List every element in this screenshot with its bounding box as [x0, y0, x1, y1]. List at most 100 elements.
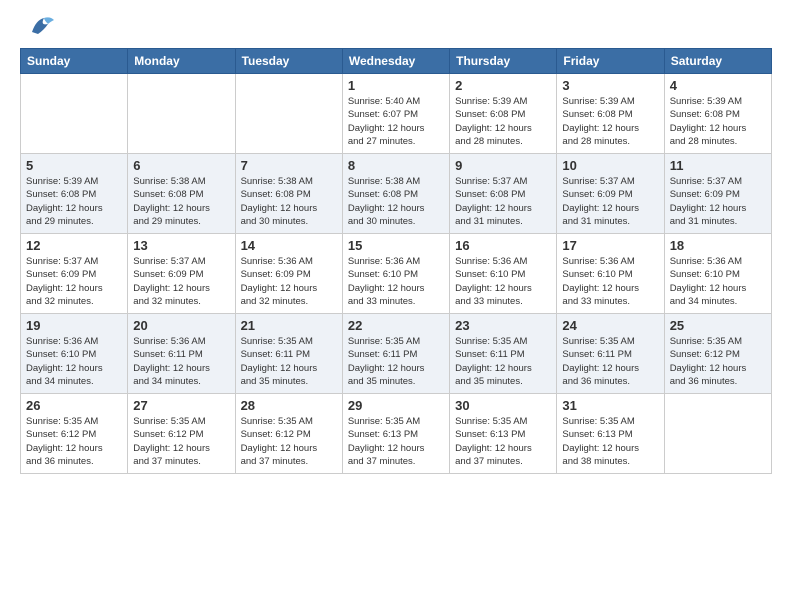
calendar-cell: 22 Sunrise: 5:35 AM Sunset: 6:11 PM Dayli… [342, 314, 449, 394]
day-info: Sunrise: 5:36 AM Sunset: 6:10 PM Dayligh… [348, 255, 444, 308]
day-info: Sunrise: 5:35 AM Sunset: 6:12 PM Dayligh… [241, 415, 337, 468]
calendar-cell: 8 Sunrise: 5:38 AM Sunset: 6:08 PM Daylig… [342, 154, 449, 234]
col-header-thursday: Thursday [450, 49, 557, 74]
day-number: 25 [670, 318, 766, 333]
day-number: 24 [562, 318, 658, 333]
day-number: 5 [26, 158, 122, 173]
calendar-cell [21, 74, 128, 154]
col-header-sunday: Sunday [21, 49, 128, 74]
day-number: 28 [241, 398, 337, 413]
day-info: Sunrise: 5:36 AM Sunset: 6:10 PM Dayligh… [562, 255, 658, 308]
calendar-cell: 17 Sunrise: 5:36 AM Sunset: 6:10 PM Dayli… [557, 234, 664, 314]
col-header-wednesday: Wednesday [342, 49, 449, 74]
day-info: Sunrise: 5:37 AM Sunset: 6:09 PM Dayligh… [133, 255, 229, 308]
day-number: 11 [670, 158, 766, 173]
calendar-table: SundayMondayTuesdayWednesdayThursdayFrid… [20, 48, 772, 474]
calendar-cell: 1Sunrise: 5:40 AM Sunset: 6:07 PM Daylig… [342, 74, 449, 154]
calendar-cell: 10 Sunrise: 5:37 AM Sunset: 6:09 PM Dayli… [557, 154, 664, 234]
calendar-cell: 9 Sunrise: 5:37 AM Sunset: 6:08 PM Daylig… [450, 154, 557, 234]
day-info: Sunrise: 5:35 AM Sunset: 6:11 PM Dayligh… [562, 335, 658, 388]
calendar-week-row: 1Sunrise: 5:40 AM Sunset: 6:07 PM Daylig… [21, 74, 772, 154]
calendar-cell: 28 Sunrise: 5:35 AM Sunset: 6:12 PM Dayli… [235, 394, 342, 474]
day-info: Sunrise: 5:35 AM Sunset: 6:11 PM Dayligh… [241, 335, 337, 388]
day-number: 22 [348, 318, 444, 333]
day-info: Sunrise: 5:36 AM Sunset: 6:11 PM Dayligh… [133, 335, 229, 388]
day-number: 10 [562, 158, 658, 173]
day-number: 19 [26, 318, 122, 333]
calendar-cell: 15 Sunrise: 5:36 AM Sunset: 6:10 PM Dayli… [342, 234, 449, 314]
calendar-cell: 23 Sunrise: 5:35 AM Sunset: 6:11 PM Dayli… [450, 314, 557, 394]
day-number: 21 [241, 318, 337, 333]
calendar-cell: 21 Sunrise: 5:35 AM Sunset: 6:11 PM Dayli… [235, 314, 342, 394]
day-number: 26 [26, 398, 122, 413]
calendar-cell: 31Sunrise: 5:35 AM Sunset: 6:13 PM Dayli… [557, 394, 664, 474]
calendar-week-row: 12 Sunrise: 5:37 AM Sunset: 6:09 PM Dayli… [21, 234, 772, 314]
day-number: 29 [348, 398, 444, 413]
day-info: Sunrise: 5:36 AM Sunset: 6:10 PM Dayligh… [670, 255, 766, 308]
day-number: 14 [241, 238, 337, 253]
calendar-cell: 2 Sunrise: 5:39 AM Sunset: 6:08 PM Daylig… [450, 74, 557, 154]
col-header-saturday: Saturday [664, 49, 771, 74]
day-number: 7 [241, 158, 337, 173]
day-info: Sunrise: 5:36 AM Sunset: 6:10 PM Dayligh… [455, 255, 551, 308]
day-info: Sunrise: 5:39 AM Sunset: 6:08 PM Dayligh… [670, 95, 766, 148]
day-info: Sunrise: 5:36 AM Sunset: 6:09 PM Dayligh… [241, 255, 337, 308]
day-info: Sunrise: 5:35 AM Sunset: 6:12 PM Dayligh… [670, 335, 766, 388]
day-number: 8 [348, 158, 444, 173]
day-number: 31 [562, 398, 658, 413]
calendar-cell: 18 Sunrise: 5:36 AM Sunset: 6:10 PM Dayli… [664, 234, 771, 314]
day-number: 18 [670, 238, 766, 253]
day-info: Sunrise: 5:35 AM Sunset: 6:11 PM Dayligh… [455, 335, 551, 388]
calendar-cell: 27Sunrise: 5:35 AM Sunset: 6:12 PM Dayli… [128, 394, 235, 474]
calendar-cell: 24 Sunrise: 5:35 AM Sunset: 6:11 PM Dayli… [557, 314, 664, 394]
calendar-cell: 14 Sunrise: 5:36 AM Sunset: 6:09 PM Dayli… [235, 234, 342, 314]
day-info: Sunrise: 5:37 AM Sunset: 6:09 PM Dayligh… [670, 175, 766, 228]
calendar-header-row: SundayMondayTuesdayWednesdayThursdayFrid… [21, 49, 772, 74]
day-number: 4 [670, 78, 766, 93]
calendar-cell: 11 Sunrise: 5:37 AM Sunset: 6:09 PM Dayli… [664, 154, 771, 234]
calendar-cell: 19 Sunrise: 5:36 AM Sunset: 6:10 PM Dayli… [21, 314, 128, 394]
col-header-tuesday: Tuesday [235, 49, 342, 74]
day-number: 13 [133, 238, 229, 253]
calendar-cell: 29Sunrise: 5:35 AM Sunset: 6:13 PM Dayli… [342, 394, 449, 474]
calendar-cell: 25 Sunrise: 5:35 AM Sunset: 6:12 PM Dayli… [664, 314, 771, 394]
day-number: 23 [455, 318, 551, 333]
calendar-cell [235, 74, 342, 154]
calendar-week-row: 19 Sunrise: 5:36 AM Sunset: 6:10 PM Dayli… [21, 314, 772, 394]
calendar-cell: 5Sunrise: 5:39 AM Sunset: 6:08 PM Daylig… [21, 154, 128, 234]
day-info: Sunrise: 5:39 AM Sunset: 6:08 PM Dayligh… [562, 95, 658, 148]
day-info: Sunrise: 5:37 AM Sunset: 6:09 PM Dayligh… [562, 175, 658, 228]
day-number: 12 [26, 238, 122, 253]
day-number: 16 [455, 238, 551, 253]
day-number: 15 [348, 238, 444, 253]
calendar-cell: 3 Sunrise: 5:39 AM Sunset: 6:08 PM Daylig… [557, 74, 664, 154]
calendar-cell: 16 Sunrise: 5:36 AM Sunset: 6:10 PM Dayli… [450, 234, 557, 314]
day-info: Sunrise: 5:35 AM Sunset: 6:12 PM Dayligh… [133, 415, 229, 468]
day-info: Sunrise: 5:35 AM Sunset: 6:13 PM Dayligh… [455, 415, 551, 468]
calendar-cell: 12 Sunrise: 5:37 AM Sunset: 6:09 PM Dayli… [21, 234, 128, 314]
day-info: Sunrise: 5:35 AM Sunset: 6:11 PM Dayligh… [348, 335, 444, 388]
day-number: 3 [562, 78, 658, 93]
calendar-cell: 30Sunrise: 5:35 AM Sunset: 6:13 PM Dayli… [450, 394, 557, 474]
day-number: 9 [455, 158, 551, 173]
logo [20, 16, 56, 40]
day-number: 6 [133, 158, 229, 173]
day-info: Sunrise: 5:37 AM Sunset: 6:09 PM Dayligh… [26, 255, 122, 308]
col-header-friday: Friday [557, 49, 664, 74]
day-number: 20 [133, 318, 229, 333]
day-info: Sunrise: 5:36 AM Sunset: 6:10 PM Dayligh… [26, 335, 122, 388]
calendar-cell: 6 Sunrise: 5:38 AM Sunset: 6:08 PM Daylig… [128, 154, 235, 234]
col-header-monday: Monday [128, 49, 235, 74]
day-info: Sunrise: 5:38 AM Sunset: 6:08 PM Dayligh… [348, 175, 444, 228]
calendar-cell: 7Sunrise: 5:38 AM Sunset: 6:08 PM Daylig… [235, 154, 342, 234]
day-number: 17 [562, 238, 658, 253]
day-info: Sunrise: 5:39 AM Sunset: 6:08 PM Dayligh… [455, 95, 551, 148]
day-info: Sunrise: 5:37 AM Sunset: 6:08 PM Dayligh… [455, 175, 551, 228]
calendar-cell: 4 Sunrise: 5:39 AM Sunset: 6:08 PM Daylig… [664, 74, 771, 154]
page-header [20, 16, 772, 40]
calendar-cell: 20 Sunrise: 5:36 AM Sunset: 6:11 PM Dayli… [128, 314, 235, 394]
day-info: Sunrise: 5:38 AM Sunset: 6:08 PM Dayligh… [133, 175, 229, 228]
day-number: 2 [455, 78, 551, 93]
calendar-week-row: 26 Sunrise: 5:35 AM Sunset: 6:12 PM Dayli… [21, 394, 772, 474]
day-info: Sunrise: 5:35 AM Sunset: 6:12 PM Dayligh… [26, 415, 122, 468]
